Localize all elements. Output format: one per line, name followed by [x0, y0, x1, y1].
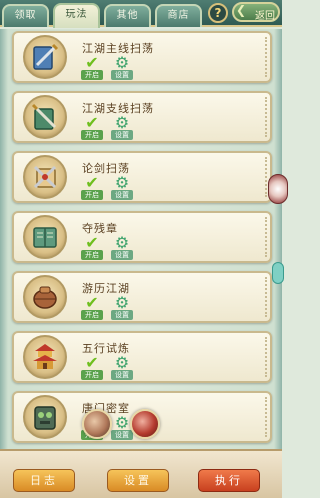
checkmark-icon: ✔: [85, 173, 99, 192]
floating-avatar-button[interactable]: [130, 409, 160, 439]
enable-label: 开启: [81, 310, 103, 320]
list-item-fragments[interactable]: 夺残章 ✔ 开启 ⚙ 设置: [12, 211, 272, 263]
settings-label: 设置: [111, 430, 133, 440]
back-arrow-icon: ❮: [236, 3, 247, 17]
settings-button[interactable]: ⚙ 设置: [111, 353, 133, 380]
settings-label: 设置: [111, 190, 133, 200]
tab-other[interactable]: 其他: [104, 4, 151, 27]
settings-label: 设置: [111, 250, 133, 260]
enable-toggle[interactable]: ✔开启: [81, 113, 103, 140]
tab-label: 商店: [167, 10, 190, 21]
sword-scroll-icon: [23, 95, 67, 139]
checkmark-icon: ✔: [85, 293, 99, 312]
checkmark-icon: ✔: [85, 353, 99, 372]
list-item-side-sweep[interactable]: 江湖支线扫荡 ✔ 开启 ⚙ 设置: [12, 91, 272, 143]
back-button[interactable]: ❮ 返回: [232, 2, 280, 22]
chest-icon: [23, 395, 67, 439]
checkmark-icon: ✔: [85, 233, 99, 252]
checkmark-icon: ✔: [85, 113, 99, 132]
gear-icon: ⚙: [114, 53, 130, 72]
settings-button[interactable]: ⚙ 设置: [111, 233, 133, 260]
back-label: 返回: [255, 11, 275, 22]
settings-label: 设置: [111, 370, 133, 380]
settings-label: 设置: [111, 70, 133, 80]
question-icon: ?: [214, 6, 222, 20]
enable-label: 开启: [81, 70, 103, 80]
tab-label: 其他: [116, 10, 139, 21]
enable-toggle[interactable]: ✔开启: [81, 233, 103, 260]
tab-gameplay[interactable]: 玩法: [53, 3, 100, 28]
list-item-main-sweep[interactable]: 江湖主线扫荡 ✔ 开启 ⚙ 设置: [12, 31, 272, 83]
enable-toggle[interactable]: ✔开启: [81, 353, 103, 380]
gear-icon: ⚙: [114, 353, 130, 372]
pagoda-icon: [23, 335, 67, 379]
enable-label: 开启: [81, 250, 103, 260]
tab-label: 领取: [14, 10, 37, 21]
gear-icon: ⚙: [114, 293, 130, 312]
gear-icon: ⚙: [114, 413, 130, 432]
list-item-travel[interactable]: 游历江湖 ✔ 开启 ⚙ 设置: [12, 271, 272, 323]
checkmark-icon: ✔: [85, 53, 99, 72]
settings-button-footer[interactable]: 设置: [107, 469, 169, 492]
gear-icon: ⚙: [114, 173, 130, 192]
settings-button[interactable]: ⚙ 设置: [111, 293, 133, 320]
enable-toggle[interactable]: ✔开启: [81, 53, 103, 80]
side-tab-handle[interactable]: [272, 262, 284, 284]
gear-icon: ⚙: [114, 113, 130, 132]
bag-icon: [23, 275, 67, 319]
log-button[interactable]: 日志: [13, 469, 75, 492]
enable-toggle[interactable]: ✔开启: [81, 173, 103, 200]
task-list[interactable]: 江湖主线扫荡 ✔ 开启 ⚙ 设置 江湖支线扫荡 ✔ 开启 ⚙ 设置 论剑扫荡 ✔ 开启 ⚙…: [0, 29, 282, 449]
settings-label: 设置: [111, 130, 133, 140]
sword-scroll-icon: [23, 35, 67, 79]
book-icon: [23, 215, 67, 259]
floating-avatar-button[interactable]: [82, 409, 112, 439]
enable-label: 开启: [81, 370, 103, 380]
tab-claim[interactable]: 领取: [2, 4, 49, 27]
crossed-swords-icon: [23, 155, 67, 199]
list-item-duel-sweep[interactable]: 论剑扫荡 ✔ 开启 ⚙ 设置: [12, 151, 272, 203]
tab-shop[interactable]: 商店: [155, 4, 202, 27]
settings-label: 设置: [111, 310, 133, 320]
help-button[interactable]: ?: [208, 3, 228, 23]
side-drag-handle[interactable]: [268, 174, 288, 204]
list-item-five-elements[interactable]: 五行试炼 ✔ 开启 ⚙ 设置: [12, 331, 272, 383]
settings-button[interactable]: ⚙ 设置: [111, 53, 133, 80]
enable-label: 开启: [81, 130, 103, 140]
tab-label: 玩法: [65, 9, 88, 20]
gear-icon: ⚙: [114, 233, 130, 252]
settings-button[interactable]: ⚙ 设置: [111, 113, 133, 140]
top-bar: 领取 玩法 其他 商店 ? ❮ 返回: [0, 0, 282, 28]
settings-button[interactable]: ⚙ 设置: [111, 173, 133, 200]
enable-toggle[interactable]: ✔开启: [81, 293, 103, 320]
enable-label: 开启: [81, 190, 103, 200]
execute-button[interactable]: 执行: [198, 469, 260, 492]
